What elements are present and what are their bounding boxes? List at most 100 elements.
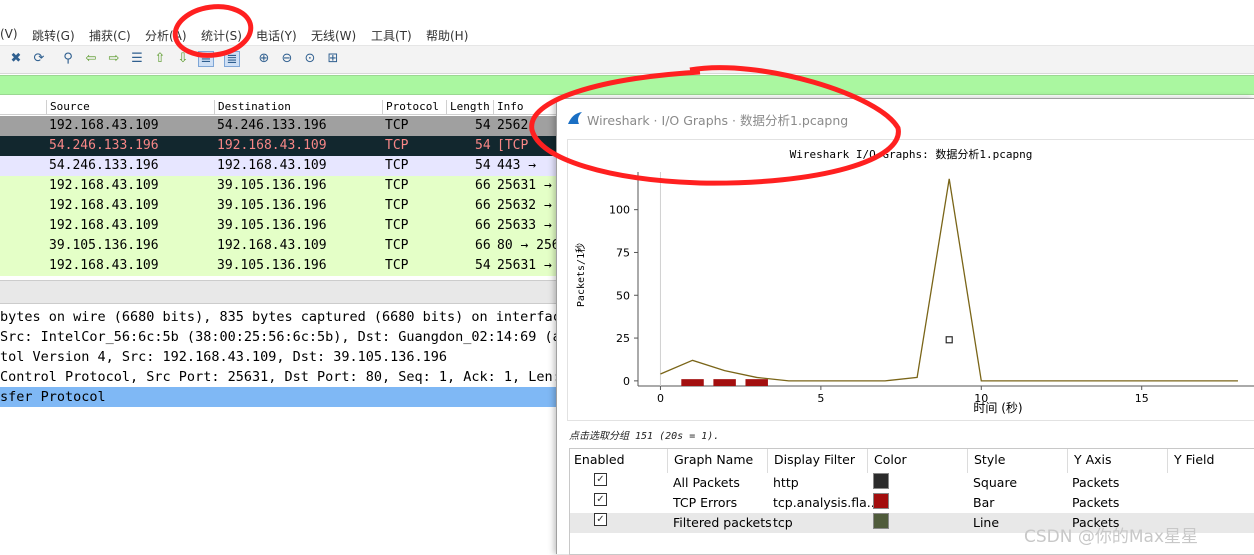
packet-destination: 54.246.133.196 (217, 118, 327, 133)
dialog-title: Wireshark · I/O Graphs · 数据分析1.pcapng (587, 113, 849, 128)
col-enabled[interactable]: Enabled (570, 449, 668, 473)
series-bar-tcp-errors (713, 379, 736, 386)
packet-row[interactable]: 192.168.43.109 39.105.136.196 TCP 66 256… (0, 196, 560, 216)
display-filter-bar[interactable] (0, 75, 1254, 95)
packet-row[interactable]: 192.168.43.109 54.246.133.196 TCP 54 256… (0, 116, 560, 136)
col-info[interactable]: Info (493, 100, 524, 115)
series-bar-tcp-errors (681, 379, 704, 386)
packet-row[interactable]: 39.105.136.196 192.168.43.109 TCP 66 80 … (0, 236, 560, 256)
detail-ethernet[interactable]: Src: IntelCor_56:6c:5b (38:00:25:56:6c:5… (0, 327, 560, 347)
col-length[interactable]: Length (446, 100, 490, 115)
dialog-titlebar[interactable]: Wireshark · I/O Graphs · 数据分析1.pcapng (557, 99, 1254, 137)
col-protocol[interactable]: Protocol (382, 100, 439, 115)
forward-icon[interactable]: ⇨ (106, 51, 122, 67)
find-icon[interactable]: ⚲ (60, 51, 76, 67)
col-graph-name[interactable]: Graph Name (670, 449, 768, 473)
packet-info: 80 → 256 (497, 238, 560, 253)
goto-icon[interactable]: ☰ (129, 51, 145, 67)
x-tick-label: 0 (657, 392, 664, 405)
packet-destination: 39.105.136.196 (217, 218, 327, 233)
graph-style[interactable]: Bar (973, 493, 994, 513)
detail-http[interactable]: sfer Protocol (0, 387, 560, 407)
menu-statistics[interactable]: 统计(S) (201, 27, 242, 44)
graph-color-swatch[interactable] (873, 513, 889, 529)
graph-color-swatch[interactable] (873, 473, 889, 489)
graph-style[interactable]: Square (973, 473, 1017, 493)
graph-hint: 点击选取分组 151 (20s = 1). (569, 431, 720, 442)
graph-enabled-checkbox[interactable]: ✓ (594, 513, 607, 526)
packet-info: 2562 (497, 118, 529, 133)
zoom-in-icon[interactable]: ⊕ (256, 51, 272, 67)
packet-destination: 39.105.136.196 (217, 198, 327, 213)
graph-row[interactable]: ✓ TCP Errors tcp.analysis.fla... Bar Pac… (570, 493, 1254, 513)
menu-telephony[interactable]: 电话(Y) (256, 27, 297, 44)
autoscroll-icon[interactable]: ≡ (198, 51, 214, 67)
last-icon[interactable]: ⇩ (175, 51, 191, 67)
colorize-icon[interactable]: ≣ (224, 51, 240, 67)
graph-color-swatch[interactable] (873, 493, 889, 509)
packet-row[interactable]: 192.168.43.109 39.105.136.196 TCP 54 256… (0, 256, 560, 276)
col-display-filter[interactable]: Display Filter (770, 449, 868, 473)
first-icon[interactable]: ⇧ (152, 51, 168, 67)
col-y-field[interactable]: Y Field (1170, 449, 1254, 473)
graph-filter[interactable]: tcp (773, 513, 793, 533)
packet-info: 25631 → (497, 178, 552, 193)
graph-name[interactable]: All Packets (673, 473, 740, 493)
graph-style[interactable]: Line (973, 513, 999, 533)
col-source[interactable]: Source (46, 100, 90, 115)
graph-y-axis[interactable]: Packets (1072, 493, 1119, 513)
graph-enabled-checkbox[interactable]: ✓ (594, 493, 607, 506)
packet-source: 192.168.43.109 (49, 178, 159, 193)
packet-info: 443 → (497, 158, 537, 173)
packet-source: 192.168.43.109 (49, 198, 159, 213)
detail-frame[interactable]: bytes on wire (6680 bits), 835 bytes cap… (0, 307, 560, 327)
close-file-icon[interactable]: ✖ (8, 51, 24, 67)
graph-filter[interactable]: http (773, 473, 799, 493)
packet-source: 54.246.133.196 (49, 158, 159, 173)
packet-row[interactable]: 54.246.133.196 192.168.43.109 TCP 54 [TC… (0, 136, 560, 156)
packet-length: 54 (475, 258, 491, 273)
zoom-out-icon[interactable]: ⊖ (279, 51, 295, 67)
menu-analyze[interactable]: 分析(A) (145, 27, 187, 44)
graph-name[interactable]: Filtered packets (673, 513, 772, 533)
menu-view[interactable]: (V) (0, 27, 18, 41)
packet-row[interactable]: 54.246.133.196 192.168.43.109 TCP 54 443… (0, 156, 560, 176)
back-icon[interactable]: ⇦ (83, 51, 99, 67)
reload-icon[interactable]: ⟳ (31, 51, 47, 67)
graph-name[interactable]: TCP Errors (673, 493, 737, 513)
packet-source: 192.168.43.109 (49, 258, 159, 273)
col-destination[interactable]: Destination (214, 100, 291, 115)
graph-enabled-checkbox[interactable]: ✓ (594, 473, 607, 486)
graph-row[interactable]: ✓ All Packets http Square Packets (570, 473, 1254, 493)
io-graph-chart[interactable]: Wireshark I/O Graphs: 数据分析1.pcapng Packe… (568, 140, 1254, 420)
resize-columns-icon[interactable]: ⊞ (325, 51, 341, 67)
y-axis-label: Packets/1秒 (574, 243, 587, 307)
col-color[interactable]: Color (870, 449, 968, 473)
menu-tools[interactable]: 工具(T) (371, 27, 412, 44)
col-style[interactable]: Style (970, 449, 1068, 473)
pane-splitter[interactable] (0, 280, 560, 304)
graph-y-axis[interactable]: Packets (1072, 473, 1119, 493)
detail-ip[interactable]: tol Version 4, Src: 192.168.43.109, Dst:… (0, 347, 560, 367)
packet-protocol: TCP (385, 198, 409, 213)
col-y-axis[interactable]: Y Axis (1070, 449, 1168, 473)
menu-help[interactable]: 帮助(H) (426, 27, 468, 44)
y-tick-label: 75 (616, 246, 630, 259)
io-graphs-dialog: Wireshark · I/O Graphs · 数据分析1.pcapng Wi… (556, 98, 1254, 555)
packet-row[interactable]: 192.168.43.109 39.105.136.196 TCP 66 256… (0, 216, 560, 236)
detail-tcp[interactable]: Control Protocol, Src Port: 25631, Dst P… (0, 367, 560, 387)
graph-area[interactable]: Wireshark I/O Graphs: 数据分析1.pcapng Packe… (567, 139, 1254, 421)
packet-source: 54.246.133.196 (49, 138, 159, 153)
menu-wireless[interactable]: 无线(W) (311, 27, 356, 44)
packet-source: 39.105.136.196 (49, 238, 159, 253)
menu-capture[interactable]: 捕获(C) (89, 27, 131, 44)
menu-go[interactable]: 跳转(G) (32, 27, 75, 44)
packet-protocol: TCP (385, 218, 409, 233)
graph-filter[interactable]: tcp.analysis.fla... (773, 493, 879, 513)
packet-source: 192.168.43.109 (49, 118, 159, 133)
zoom-normal-icon[interactable]: ⊙ (302, 51, 318, 67)
packet-source: 192.168.43.109 (49, 218, 159, 233)
packet-row[interactable]: 192.168.43.109 39.105.136.196 TCP 66 256… (0, 176, 560, 196)
packet-length: 66 (475, 178, 491, 193)
series-point-all-packets (945, 336, 953, 344)
